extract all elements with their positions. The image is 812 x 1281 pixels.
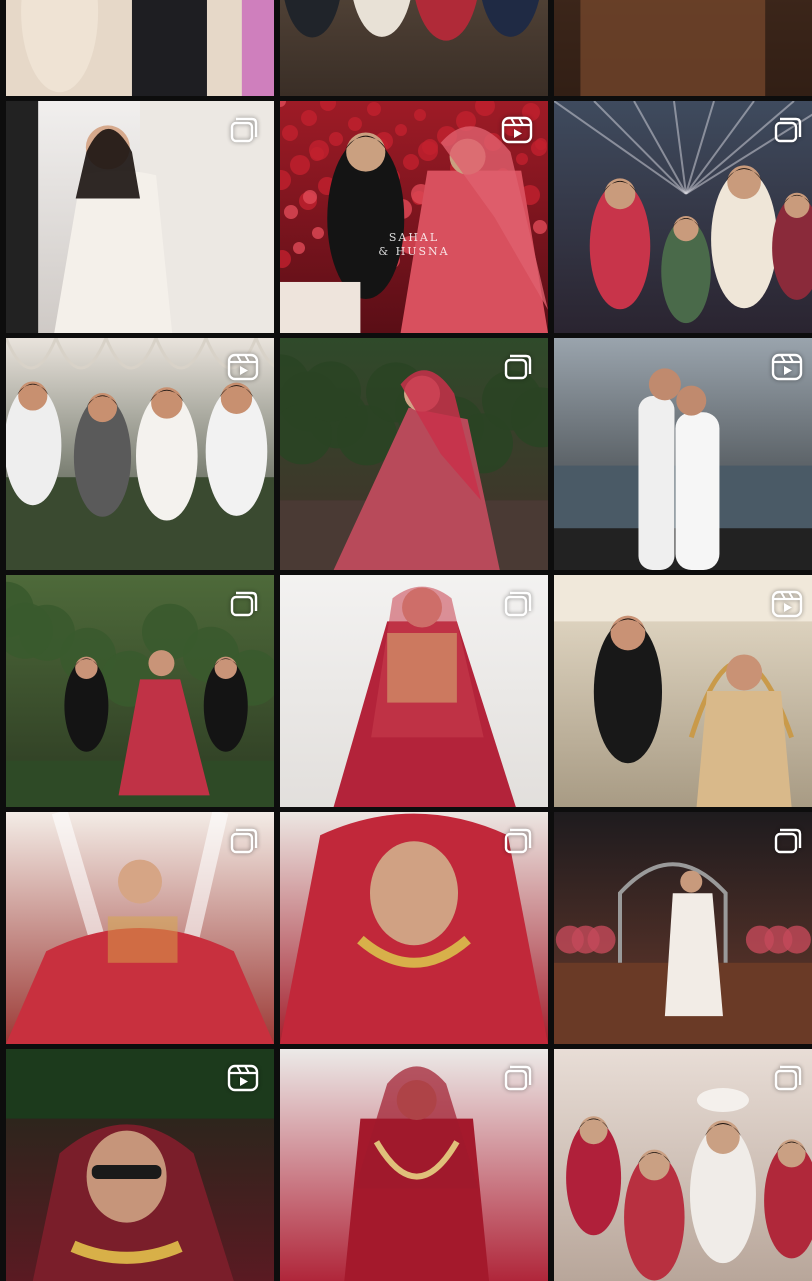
grid-post-tile[interactable]	[554, 812, 812, 1044]
multiple-icon	[770, 1063, 804, 1093]
grid-post-tile[interactable]	[554, 575, 812, 807]
multiple-icon	[226, 826, 260, 856]
grid-post-tile[interactable]	[280, 338, 548, 570]
multiple-icon	[770, 115, 804, 145]
multiple-icon	[500, 1063, 534, 1093]
grid-post-tile[interactable]	[554, 101, 812, 333]
post-grid: SAHAL & HUSNA	[0, 0, 812, 1281]
grid-post-tile[interactable]	[554, 1049, 812, 1281]
multiple-icon	[226, 589, 260, 619]
grid-post-tile[interactable]	[6, 338, 274, 570]
grid-post-tile[interactable]	[6, 101, 274, 333]
reel-icon	[770, 589, 804, 619]
grid-post-tile[interactable]	[6, 575, 274, 807]
grid-post-tile[interactable]	[280, 812, 548, 1044]
reel-icon	[770, 352, 804, 382]
multiple-icon	[226, 115, 260, 145]
reel-icon	[226, 1063, 260, 1093]
post-thumbnail	[554, 0, 812, 96]
multiple-icon	[500, 589, 534, 619]
grid-post-tile[interactable]	[280, 575, 548, 807]
grid-post-tile[interactable]	[554, 0, 812, 96]
grid-post-tile[interactable]	[6, 1049, 274, 1281]
post-thumbnail	[6, 0, 274, 96]
multiple-icon	[500, 826, 534, 856]
grid-post-tile[interactable]	[6, 0, 274, 96]
grid-post-tile[interactable]	[280, 1049, 548, 1281]
grid-post-tile[interactable]	[554, 338, 812, 570]
grid-post-tile[interactable]	[6, 812, 274, 1044]
multiple-icon	[500, 352, 534, 382]
grid-post-tile[interactable]	[280, 0, 548, 96]
grid-post-tile[interactable]: SAHAL & HUSNA	[280, 101, 548, 333]
reel-icon	[500, 115, 534, 145]
post-thumbnail	[280, 0, 548, 96]
multiple-icon	[770, 826, 804, 856]
post-watermark-text: SAHAL & HUSNA	[378, 230, 450, 258]
reel-icon	[226, 352, 260, 382]
